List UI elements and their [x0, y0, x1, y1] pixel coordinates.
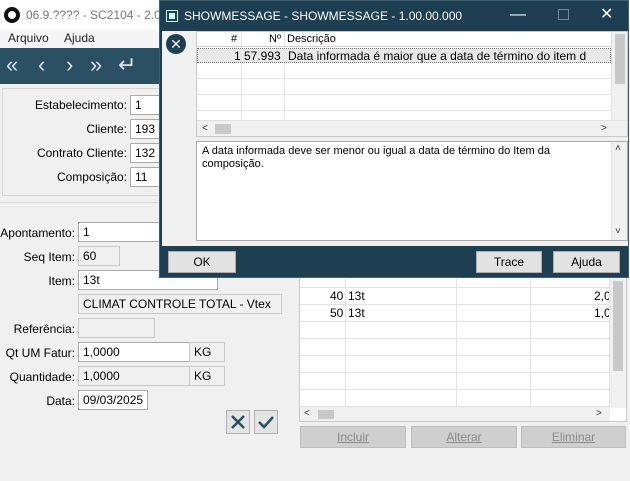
qt-um-fatur-label: Qt UM Fatur:: [5, 346, 75, 360]
scroll-right-icon[interactable]: >: [601, 123, 607, 134]
message-detail-text: A data informada deve ser menor ou igual…: [202, 145, 550, 170]
composicao-field[interactable]: 11: [130, 167, 160, 187]
dialog-body: ✕ # Nº Descrição 1 57.993 Data informada…: [162, 31, 628, 246]
minimize-icon[interactable]: —: [510, 5, 526, 25]
scroll-right-icon[interactable]: >: [596, 408, 602, 419]
maximize-icon[interactable]: [558, 9, 569, 20]
error-icon: ✕: [166, 34, 186, 54]
contrato-cliente-field[interactable]: 132: [130, 143, 160, 163]
apontamento-label: Apontamento:: [0, 226, 75, 240]
column-header-description: Descrição: [287, 33, 336, 45]
quantidade-field: 1,0000: [78, 366, 190, 386]
scroll-left-icon[interactable]: <: [304, 408, 310, 419]
next-icon[interactable]: ›: [66, 51, 73, 79]
scroll-thumb[interactable]: [318, 410, 334, 419]
table-header-row: # Nº Descrição: [197, 32, 611, 47]
incluir-button[interactable]: Incluir: [300, 426, 406, 448]
table-vertical-scrollbar[interactable]: [611, 32, 627, 120]
column-header-index: #: [231, 33, 238, 45]
main-window-title: 06.9.???? - SC2104 - 2.00.0: [26, 8, 178, 22]
seq-item-field: 60: [78, 246, 120, 266]
table-row: [300, 322, 610, 339]
first-icon[interactable]: «: [6, 51, 18, 79]
seq-item-label: Seq Item:: [23, 250, 75, 264]
contrato-cliente-label: Contrato Cliente:: [36, 146, 127, 160]
close-icon[interactable]: ✕: [600, 5, 613, 25]
grid-cell-seq: 50: [330, 306, 344, 320]
app-icon: [4, 7, 20, 23]
row-number: 57.993: [244, 49, 281, 63]
estabelecimento-label: Estabelecimento:: [34, 98, 127, 112]
cancel-button[interactable]: [226, 410, 250, 434]
data-label: Data:: [46, 394, 75, 408]
undo-icon[interactable]: ↵: [118, 51, 136, 79]
table-row: [300, 339, 610, 356]
quantidade-label: Quantidade:: [9, 370, 75, 384]
check-icon: [258, 416, 274, 429]
scroll-thumb[interactable]: [615, 34, 625, 84]
cliente-label: Cliente:: [86, 122, 127, 136]
dialog-title: SHOWMESSAGE - SHOWMESSAGE - 1.00.00.000: [184, 9, 463, 23]
scroll-thumb[interactable]: [613, 281, 623, 371]
row-index: 1: [234, 49, 241, 63]
scroll-left-icon[interactable]: <: [202, 123, 208, 134]
grid-cell-seq: 40: [330, 289, 344, 303]
ok-button[interactable]: OK: [168, 251, 236, 273]
item-label: Item:: [48, 274, 75, 288]
table-row: [300, 373, 610, 390]
scroll-down-icon[interactable]: ˅: [615, 226, 621, 237]
navigation-toolbar: « ‹ › » ↵: [0, 48, 160, 84]
table-row[interactable]: 50 13t 1,0: [300, 305, 611, 322]
previous-icon[interactable]: ‹: [38, 51, 45, 79]
grid-vertical-scrollbar[interactable]: [609, 271, 626, 408]
table-row: [197, 64, 611, 79]
data-field[interactable]: 09/03/2025: [78, 390, 148, 410]
item-description-field: CLIMAT CONTROLE TOTAL - Vtex: [78, 294, 282, 314]
table-row[interactable]: 1 57.993 Data informada é maior que a da…: [197, 48, 611, 63]
table-row: [300, 356, 610, 373]
help-button[interactable]: Ajuda: [553, 251, 620, 273]
trace-button[interactable]: Trace: [476, 251, 542, 273]
cliente-field[interactable]: 193: [130, 119, 160, 139]
last-icon[interactable]: »: [90, 51, 102, 79]
referencia-label: Referência:: [13, 322, 75, 336]
apontamento-field[interactable]: 1: [78, 222, 160, 242]
composicao-label: Composição:: [56, 170, 127, 184]
alterar-button[interactable]: Alterar: [411, 426, 517, 448]
showmessage-dialog: SHOWMESSAGE - SHOWMESSAGE - 1.00.00.000 …: [159, 0, 629, 278]
confirm-button[interactable]: [254, 410, 278, 434]
detail-vertical-scrollbar[interactable]: ˄ ˅: [611, 142, 627, 240]
estabelecimento-field[interactable]: 1: [130, 95, 160, 115]
grid-cell-item: 13t: [348, 306, 365, 320]
grid-cell-item: 13t: [348, 289, 365, 303]
table-row[interactable]: 40 13t 2,0: [300, 288, 611, 305]
qt-um-fatur-unit: KG: [189, 342, 225, 362]
row-description: Data informada é maior que a data de tér…: [288, 49, 587, 63]
qt-um-fatur-field[interactable]: 1,0000: [78, 342, 190, 362]
menu-ajuda[interactable]: Ajuda: [64, 31, 95, 45]
column-header-number: Nº: [269, 33, 281, 45]
message-detail-box[interactable]: A data informada deve ser menor ou igual…: [196, 141, 628, 241]
cancel-icon: [231, 415, 245, 429]
referencia-field: [78, 318, 155, 338]
quantidade-unit: KG: [189, 366, 225, 386]
scroll-up-icon[interactable]: ˄: [615, 143, 621, 154]
table-row: [197, 80, 611, 95]
dialog-title-bar: SHOWMESSAGE - SHOWMESSAGE - 1.00.00.000 …: [160, 1, 628, 31]
table-row: [300, 390, 610, 407]
scroll-thumb[interactable]: [215, 124, 231, 134]
eliminar-button[interactable]: Eliminar: [521, 426, 626, 448]
dialog-window-icon: [166, 10, 178, 22]
items-grid[interactable]: 30 13t 1, 40 13t 2,0 50 13t 1,0 < >: [299, 270, 627, 422]
table-horizontal-scrollbar[interactable]: < >: [197, 120, 627, 136]
message-table[interactable]: # Nº Descrição 1 57.993 Data informada é…: [196, 31, 628, 137]
table-row: [197, 96, 611, 111]
menu-arquivo[interactable]: Arquivo: [8, 31, 49, 45]
grid-horizontal-scrollbar[interactable]: < >: [300, 406, 610, 421]
